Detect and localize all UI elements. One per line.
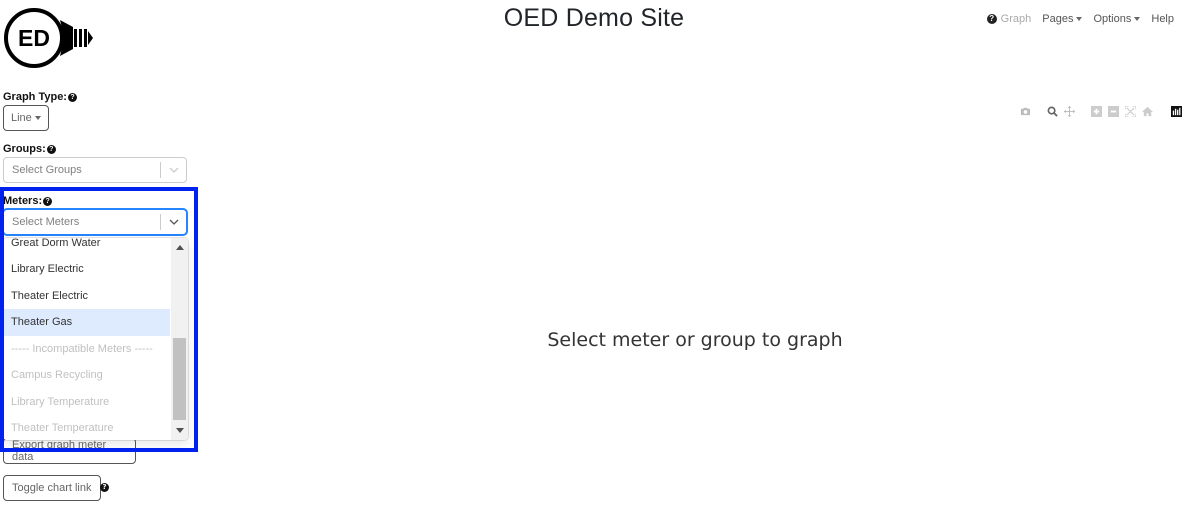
toggle-chart-link-button[interactable]: Toggle chart link — [3, 475, 101, 501]
option-label: Theater Electric — [11, 289, 89, 302]
scroll-up-arrow-icon[interactable] — [176, 245, 184, 250]
help-icon[interactable]: ? — [100, 483, 109, 492]
nav-graph[interactable]: ? Graph — [986, 13, 1032, 25]
meter-option[interactable]: Library Electric — [3, 256, 170, 283]
caret-down-icon — [34, 116, 41, 120]
toggle-chart-link-label: Toggle chart link — [12, 482, 92, 494]
option-label: Theater Gas — [11, 316, 73, 329]
help-icon[interactable]: ? — [43, 196, 53, 206]
nav-options-label: Options — [1093, 13, 1132, 25]
groups-select[interactable]: Select Groups — [3, 157, 187, 183]
graph-type-label: Graph Type: ? — [3, 91, 77, 103]
groups-label-text: Groups: — [3, 143, 46, 155]
zoom-icon[interactable] — [1047, 106, 1058, 117]
option-label: Library Electric — [11, 263, 84, 276]
pan-icon[interactable] — [1064, 106, 1075, 117]
help-icon: ? — [986, 14, 997, 24]
camera-icon[interactable] — [1020, 106, 1031, 117]
groups-placeholder: Select Groups — [12, 164, 82, 176]
nav-pages-label: Pages — [1042, 13, 1074, 25]
help-icon[interactable]: ? — [67, 92, 77, 102]
meter-option[interactable]: Great Dorm Water — [3, 238, 170, 257]
caret-down-icon — [1134, 17, 1141, 21]
zoom-in-icon[interactable] — [1091, 106, 1102, 117]
option-label: Campus Recycling — [11, 369, 103, 382]
meter-option-focused[interactable]: Theater Gas — [3, 309, 170, 336]
zoom-out-icon[interactable] — [1108, 106, 1119, 117]
reset-axes-icon[interactable] — [1142, 106, 1153, 117]
option-label: Theater Temperature — [11, 422, 114, 435]
option-label: ----- Incompatible Meters ----- — [11, 342, 153, 355]
meters-label: Meters: ? — [3, 195, 53, 207]
meter-option-disabled: Theater Temperature — [3, 415, 170, 440]
chevron-down-icon[interactable] — [161, 219, 186, 225]
empty-graph-message: Select meter or group to graph — [547, 329, 843, 351]
chevron-down-icon[interactable] — [161, 167, 186, 173]
incompatible-meters-header: ----- Incompatible Meters ----- — [3, 336, 170, 363]
nav-options-dropdown[interactable]: Options — [1093, 13, 1141, 25]
meters-placeholder: Select Meters — [12, 216, 80, 228]
plot-modebar — [1020, 106, 1182, 117]
nav-help[interactable]: Help — [1151, 13, 1174, 25]
menu-scrollbar[interactable] — [171, 238, 188, 440]
nav-pages-dropdown[interactable]: Pages — [1042, 13, 1083, 25]
graph-type-label-text: Graph Type: — [3, 91, 67, 103]
nav-help-label: Help — [1151, 13, 1174, 25]
top-nav: ? Graph Pages Options Help — [986, 13, 1174, 25]
export-graph-data-button[interactable]: Export graph meter data — [3, 438, 136, 464]
option-label: Great Dorm Water — [11, 238, 101, 250]
option-label: Library Temperature — [11, 395, 110, 408]
meters-select[interactable]: Select Meters — [3, 209, 187, 235]
graph-type-dropdown[interactable]: Line — [3, 105, 49, 131]
meters-dropdown-menu: Great Dorm Water Library Electric Theate… — [3, 238, 188, 440]
meter-option-disabled: Library Temperature — [3, 389, 170, 416]
groups-label: Groups: ? — [3, 143, 56, 155]
nav-graph-label: Graph — [1000, 13, 1032, 25]
meter-option[interactable]: Theater Electric — [3, 283, 170, 310]
meters-label-text: Meters: — [3, 195, 43, 207]
plotly-logo-icon[interactable] — [1171, 106, 1182, 117]
scroll-down-arrow-icon[interactable] — [176, 428, 184, 433]
graph-type-value: Line — [11, 112, 32, 124]
export-button-label: Export graph meter data — [12, 439, 107, 463]
meter-option-disabled: Campus Recycling — [3, 362, 170, 389]
scrollbar-thumb[interactable] — [173, 338, 186, 420]
help-icon[interactable]: ? — [46, 144, 56, 154]
autoscale-icon[interactable] — [1125, 106, 1136, 117]
caret-down-icon — [1076, 17, 1083, 21]
